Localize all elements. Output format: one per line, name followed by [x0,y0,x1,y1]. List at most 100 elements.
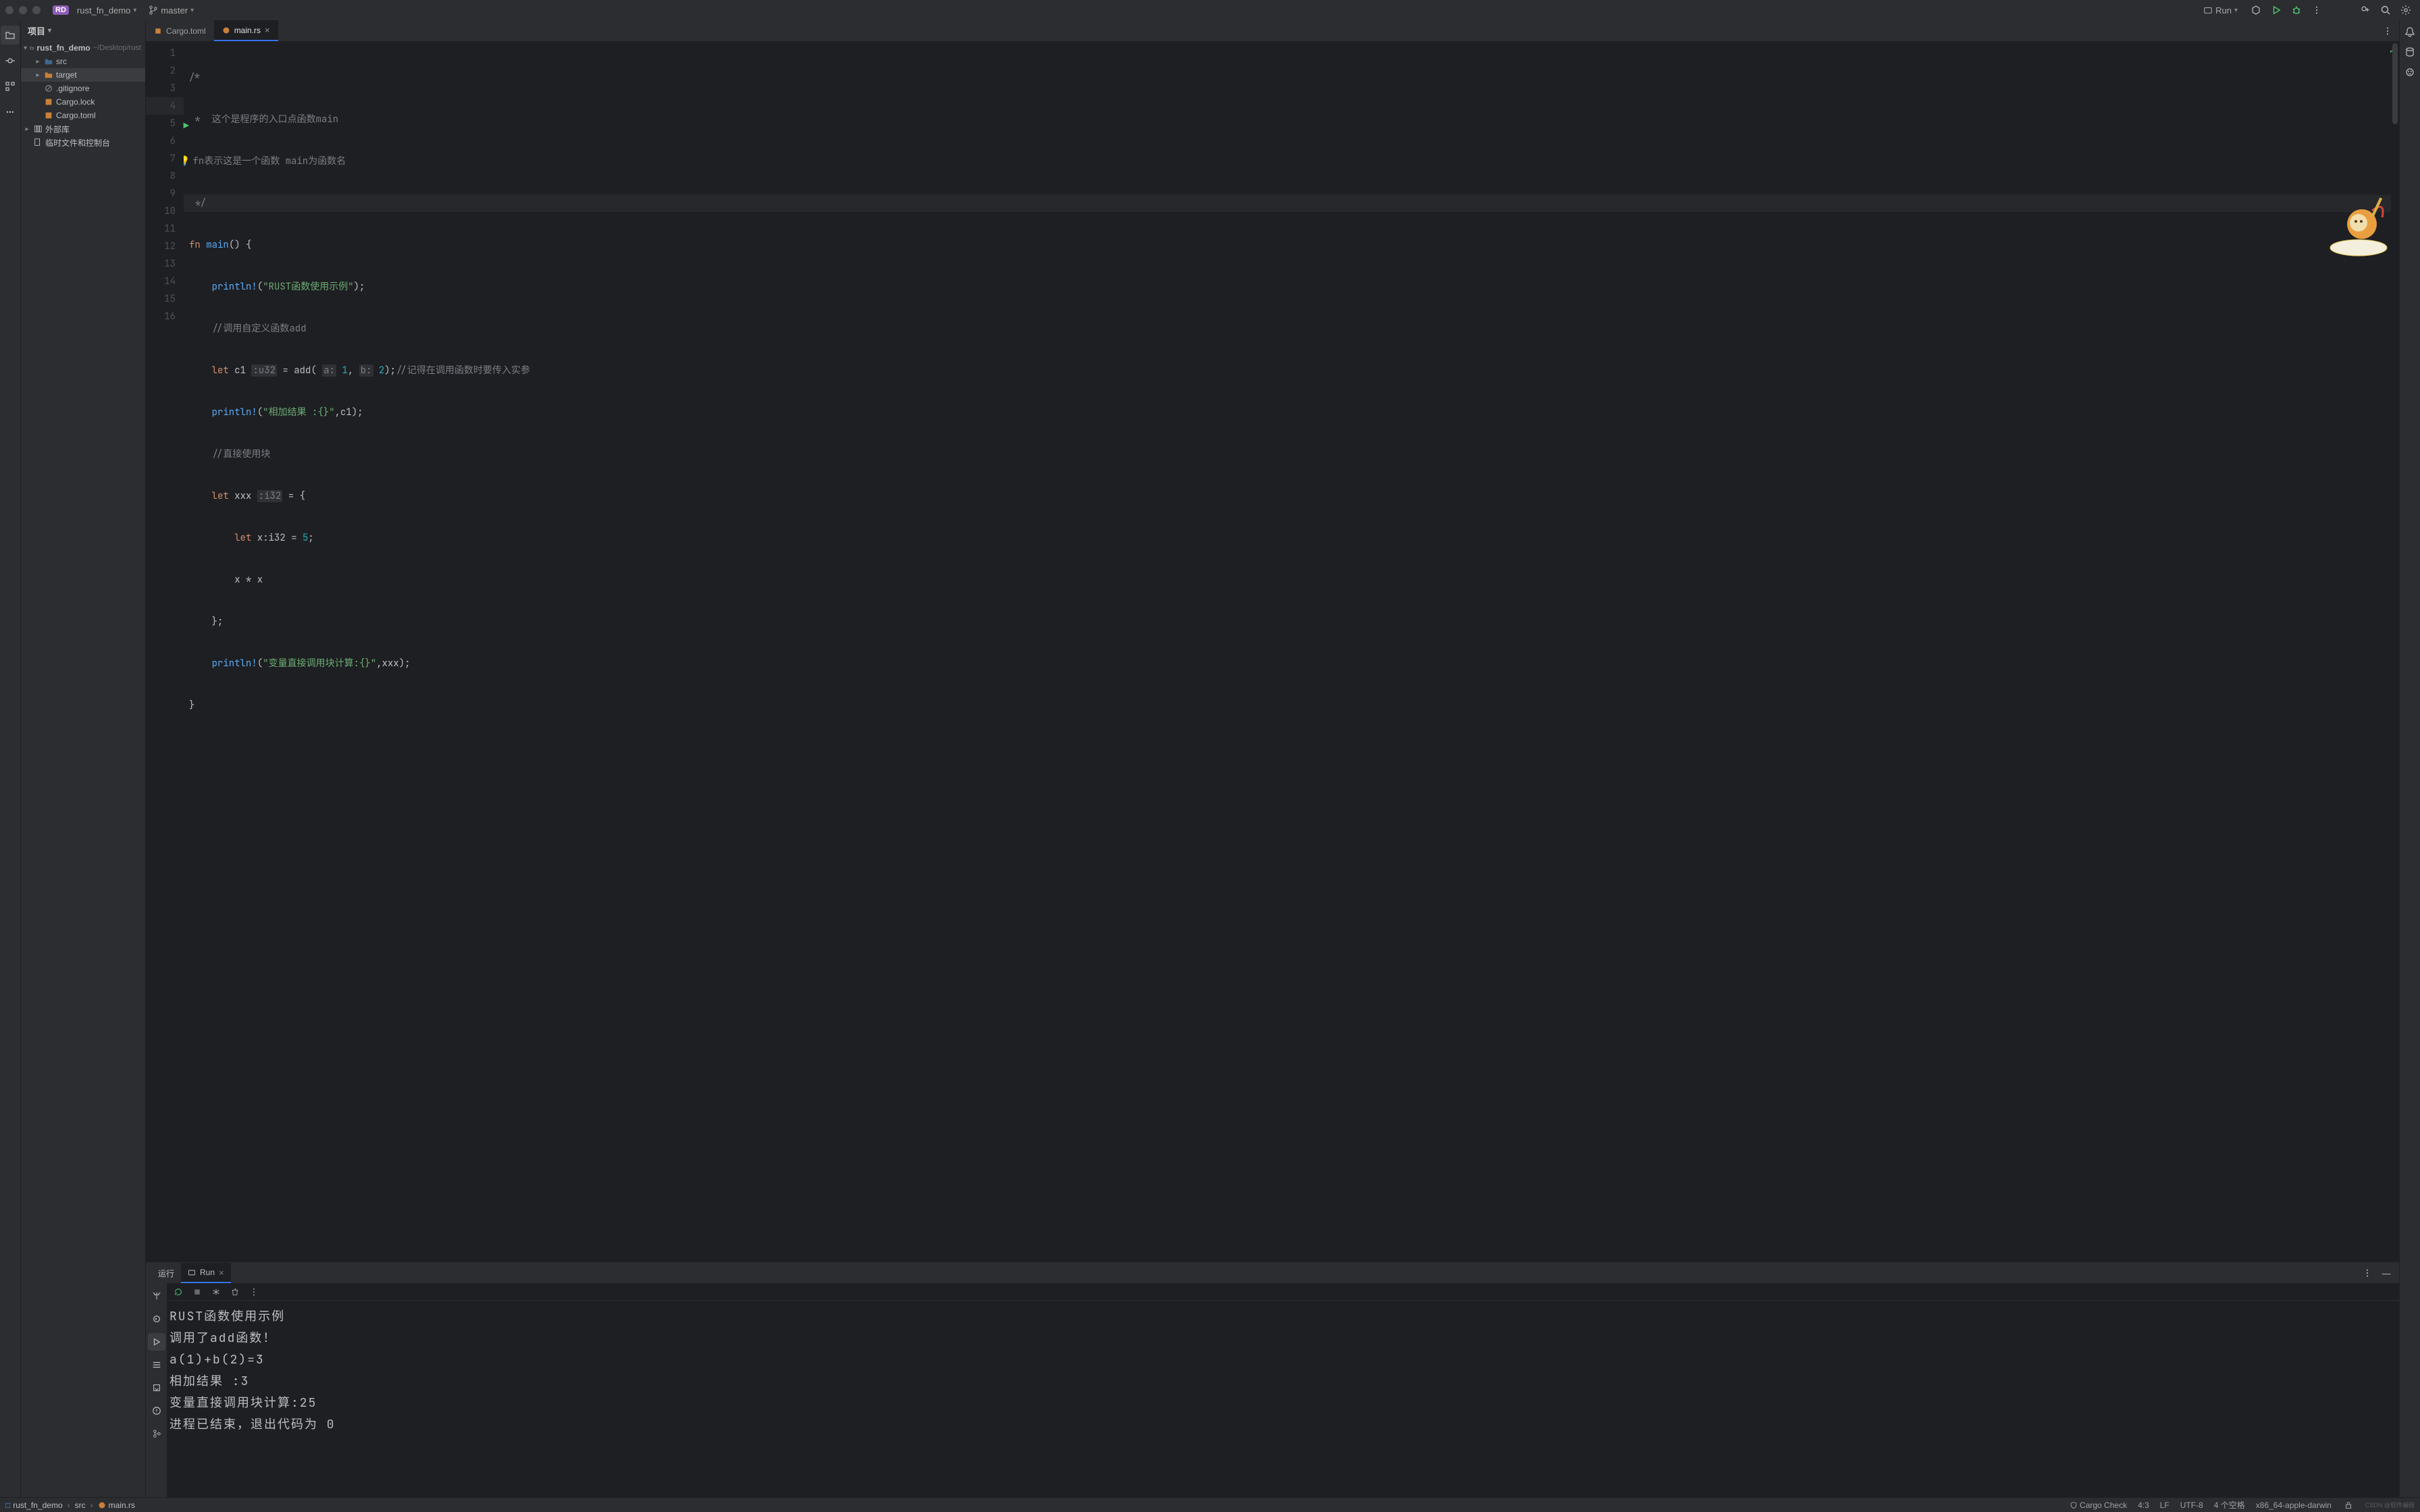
tab-cargo-toml[interactable]: Cargo.toml [146,20,214,41]
notifications-icon[interactable] [2404,26,2416,38]
soft-wrap-icon[interactable] [148,1356,165,1374]
run-config-tab[interactable]: Run × [181,1263,231,1283]
ai-assistant-icon[interactable] [2404,66,2416,78]
gutter-n: 9 [146,185,184,202]
code: ); [384,364,396,377]
run-label: 运行 [158,1268,174,1279]
status-target[interactable]: x86_64-apple-darwin [2256,1501,2332,1510]
tab-more-icon[interactable] [2382,25,2394,37]
rust-file-icon [44,97,53,107]
tree-gitignore-label: .gitignore [56,84,89,93]
tree-src-label: src [56,57,67,66]
scroll-end-icon[interactable] [148,1379,165,1397]
code: "相加结果 :{}" [263,406,334,418]
vcs-local-icon[interactable] [148,1425,165,1442]
scrollbar-thumb[interactable] [2392,43,2398,124]
code: c1 [234,364,246,377]
status-encoding[interactable]: UTF-8 [2180,1501,2203,1510]
console-output[interactable]: RUST函数使用示例 调用了add函数！ a(1)+b(2)=3 相加结果 :3… [167,1301,2399,1497]
tree-scratches[interactable]: 临时文件和控制台 [21,136,145,149]
settings-icon[interactable] [2400,4,2412,16]
layout-icon[interactable] [210,1286,222,1298]
gutter-n: 8 [146,167,184,185]
close-tab-icon[interactable]: × [219,1268,224,1278]
inlay-hint: b: [359,364,373,377]
project-header[interactable]: 项目 ▾ [21,20,145,41]
build-icon[interactable] [2250,4,2262,16]
breadcrumb-project[interactable]: rust_fn_demo [13,1501,62,1510]
project-tool-icon[interactable] [1,26,20,45]
run-tab-label[interactable]: 运行 [151,1263,181,1283]
folder-icon [30,43,34,53]
ide-badge: RD [53,5,69,15]
run-icon[interactable] [2270,4,2282,16]
run-config-dropdown[interactable]: Run ▾ [2199,4,2242,17]
code: 1 [342,364,347,377]
tree-folder-src[interactable]: ▸ src [21,55,145,68]
code: /* [189,72,201,84]
run-out-icon[interactable] [148,1333,165,1351]
code: //直接使用块 [212,448,271,460]
hide-panel-icon[interactable]: — [2380,1267,2392,1279]
close-window-button[interactable] [5,6,14,14]
code: ,xxx); [376,657,410,670]
inlay-hint: :i32 [257,490,283,502]
status-lock-icon[interactable] [2342,1499,2355,1511]
tree-root[interactable]: ▾ rust_fn_demo ~/Desktop/rust [21,41,145,55]
code: = { [282,490,305,502]
gutter-n: 10 [146,202,184,220]
code: x * x [234,574,263,586]
editor-scrollbar[interactable]: ✓ [2391,42,2399,1262]
filter-text-icon[interactable] [148,1287,165,1305]
problems-icon[interactable] [148,1402,165,1420]
shield-icon [2070,1501,2078,1509]
project-header-label: 项目 [28,24,45,37]
status-cargo-check[interactable]: Cargo Check [2070,1501,2127,1510]
intention-bulb-icon[interactable]: 💡 [184,155,192,167]
tab-main-rs[interactable]: main.rs × [214,20,278,41]
branch-icon [149,5,158,15]
more-tool-icon[interactable] [1,103,20,122]
tree-folder-target[interactable]: ▸ target [21,68,145,82]
code: main [206,239,229,251]
structure-tool-icon[interactable] [1,77,20,96]
breadcrumb-file[interactable]: main.rs [109,1501,135,1510]
code: ); [354,281,365,293]
right-toolbar [2399,20,2420,1497]
toolbar-more-icon[interactable] [248,1286,260,1298]
code: ,c1); [335,406,363,418]
status-indent[interactable]: 4 个空格 [2214,1499,2245,1511]
tree-external-libs[interactable]: ▸ 外部库 [21,122,145,136]
minimize-window-button[interactable] [19,6,27,14]
commit-tool-icon[interactable] [1,51,20,70]
run-panel-more-icon[interactable] [2361,1267,2373,1279]
trash-icon[interactable] [229,1286,241,1298]
vcs-branch-dropdown[interactable]: master ▾ [144,4,198,17]
run-main-gutter-icon[interactable]: ▶ [184,117,189,135]
status-line-col[interactable]: 4:3 [2138,1501,2149,1510]
code-lines[interactable]: /* * 这个是程序的入口点函数main 💡fn表示这是一个函数 main为函数… [184,42,2391,1262]
tree-file-cargo-toml[interactable]: Cargo.toml [21,109,145,122]
search-icon[interactable] [2379,4,2392,16]
maximize-window-button[interactable] [32,6,41,14]
tree-file-gitignore[interactable]: .gitignore [21,82,145,95]
more-actions-icon[interactable] [2311,4,2323,16]
tree-file-cargo-lock[interactable]: Cargo.lock [21,95,145,109]
rerun-icon[interactable] [172,1286,184,1298]
gutter-n: 5 ▶ [146,115,184,132]
gutter-n: 4 [146,97,184,115]
stop-icon[interactable] [191,1286,203,1298]
chevron-down-icon: ▾ [48,27,51,34]
tab-cargo-label: Cargo.toml [166,26,206,36]
breadcrumb-src[interactable]: src [75,1501,86,1510]
rerun-left-icon[interactable] [148,1310,165,1328]
library-icon [33,124,43,134]
close-tab-icon[interactable]: × [265,25,270,35]
code: add( [294,364,317,377]
project-dropdown[interactable]: rust_fn_demo ▾ [73,4,141,17]
code-editor[interactable]: 1 2 3 4 5 ▶ 6 7 8 9 10 11 12 13 14 15 16 [146,42,2399,1262]
collab-icon[interactable] [2359,4,2371,16]
status-line-ending[interactable]: LF [2160,1501,2169,1510]
database-icon[interactable] [2404,46,2416,58]
debug-icon[interactable] [2290,4,2303,16]
